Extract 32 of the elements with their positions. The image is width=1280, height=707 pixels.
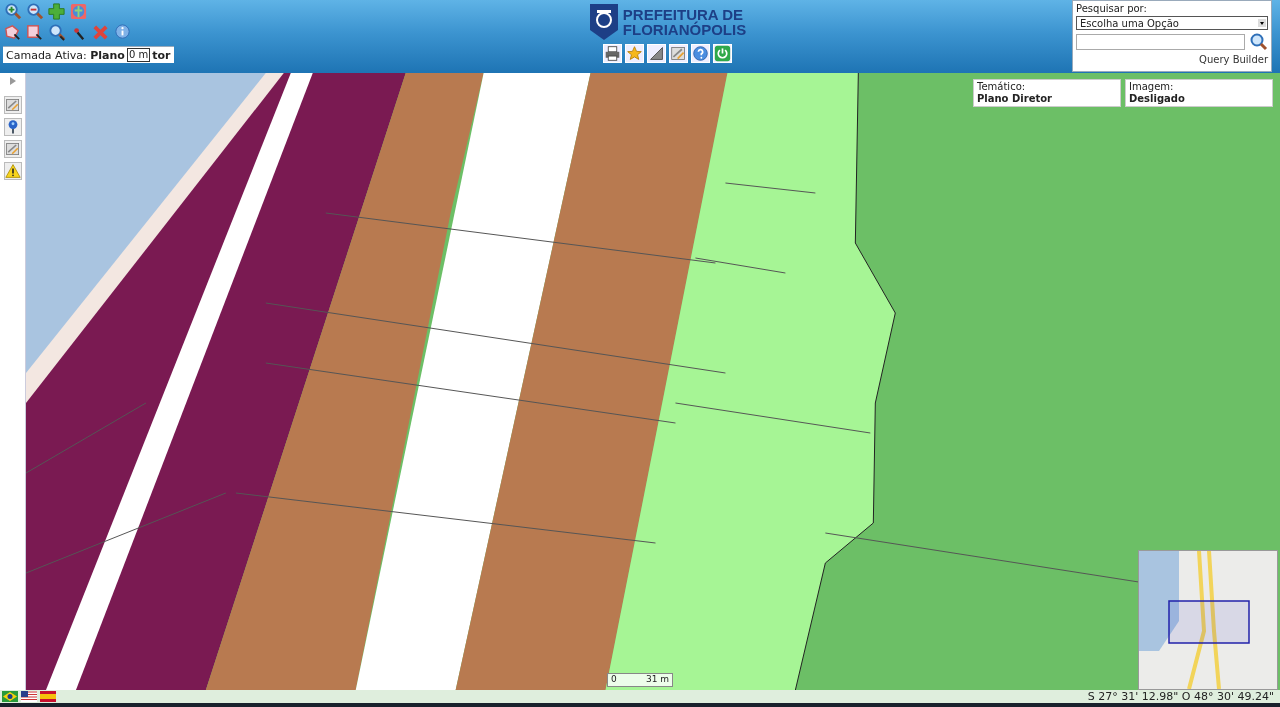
cursor-coordinates: S 27° 31' 12.98" O 48° 30' 49.24" (1087, 690, 1274, 703)
search-icon[interactable] (1248, 32, 1268, 52)
star-icon[interactable] (625, 44, 644, 63)
flag-icon[interactable] (2, 691, 18, 702)
pin-icon[interactable] (3, 118, 22, 136)
search-field[interactable] (1076, 34, 1245, 50)
map-edit-icon[interactable] (3, 96, 22, 114)
query-builder-link[interactable]: Query Builder (1199, 54, 1268, 65)
help-icon[interactable] (691, 44, 710, 63)
rectangle-select-icon[interactable] (25, 23, 44, 42)
caret-icon[interactable] (1258, 19, 1266, 27)
overview-map-drawing[interactable] (1138, 550, 1278, 690)
map-info-panel: Temático: Plano Diretor (973, 79, 1121, 107)
zoom-in-icon[interactable] (3, 2, 22, 21)
zoning-map-drawing[interactable] (26, 73, 1280, 690)
city-hall-logo-text: PREFEITURA DE FLORIANÓPOLIS (622, 7, 747, 37)
ruler-icon[interactable] (647, 44, 666, 63)
search-by-label: Pesquisar por: (1076, 3, 1148, 14)
zoom-out-icon[interactable] (25, 2, 44, 21)
map-info-panel: Imagem: Desligado (1125, 79, 1273, 107)
scale-bar: 0 31 m (607, 673, 673, 687)
search-option-dropdown[interactable]: Escolha uma Opção (1076, 16, 1268, 30)
warning-icon[interactable] (3, 162, 22, 180)
printer-icon[interactable] (603, 44, 622, 63)
info-icon[interactable] (113, 23, 132, 42)
magnifier-arrow-icon[interactable] (47, 23, 66, 42)
power-icon[interactable] (713, 44, 732, 63)
flag-icon[interactable] (21, 691, 37, 702)
expand-arrow-icon[interactable] (7, 76, 18, 86)
shield-logo-icon (588, 3, 619, 41)
polygon-select-icon[interactable] (3, 23, 22, 42)
active-layer-label: Camada Ativa: Plano 0 m tor (3, 46, 175, 63)
